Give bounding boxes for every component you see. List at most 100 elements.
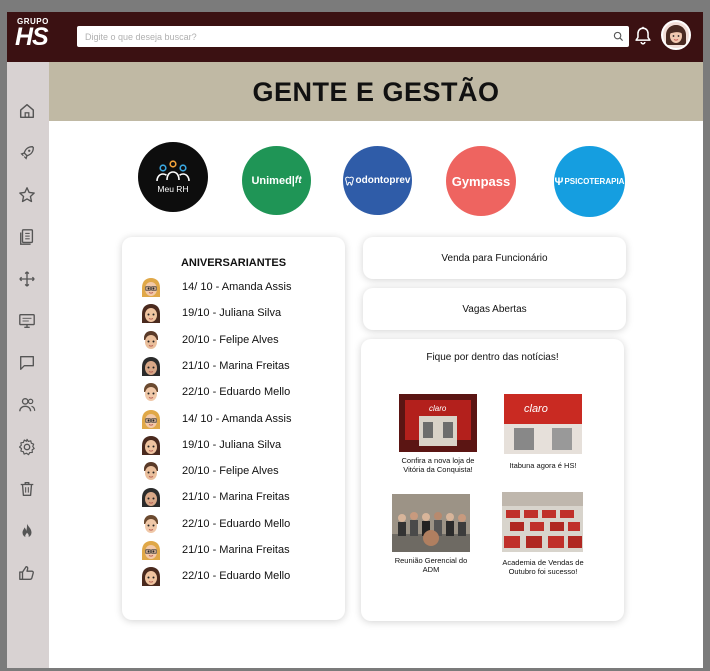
arrows-icon	[19, 271, 35, 287]
grupo-hs-logo[interactable]: GRUPO HS	[15, 17, 55, 55]
unimed-shortcut[interactable]: Unimed| ft	[242, 146, 311, 215]
user-avatar[interactable]	[661, 20, 691, 50]
psicoterapia-label: PSICOTERAPIA	[564, 177, 625, 186]
notification-bell-icon[interactable]	[632, 25, 654, 47]
birthday-row: 21/10 - Marina Freitas	[140, 486, 340, 510]
birthday-text: 21/10 - Marina Freitas	[182, 359, 290, 372]
thumbs-up-icon	[19, 566, 34, 580]
person-avatar-icon	[142, 567, 160, 587]
news-image-sign-text: claro	[429, 404, 447, 413]
star-icon	[19, 187, 35, 203]
news-image-academy	[502, 492, 583, 552]
sidebar-item-transfers[interactable]	[16, 268, 38, 290]
odontoprev-label: odontoprev	[355, 175, 411, 186]
birthday-text: 22/10 - Eduardo Mello	[182, 570, 291, 583]
news-image-store: claro	[399, 394, 477, 452]
logo-main-text: HS	[15, 23, 49, 51]
search-input[interactable]	[77, 26, 607, 47]
birthdays-card: ANIVERSARIANTES 14/ 10 - Amanda Assis 19/…	[122, 237, 345, 620]
news-image-sign-text: claro	[524, 403, 548, 415]
birthdays-title: ANIVERSARIANTES	[180, 257, 287, 269]
search-bar	[77, 26, 629, 47]
employee-sale-button[interactable]: Venda para Funcionário	[363, 237, 626, 279]
news-item[interactable]: claro Confira a nova loja de Vitória da …	[399, 394, 479, 479]
sidebar-item-likes[interactable]	[16, 562, 38, 584]
sidebar-item-trash[interactable]	[16, 478, 38, 500]
sidebar-item-favorites[interactable]	[16, 184, 38, 206]
document-icon	[20, 229, 34, 245]
person-avatar-icon	[142, 488, 160, 508]
meu-rh-label: Meu RH	[157, 184, 189, 194]
birthday-text: 20/10 - Felipe Alves	[182, 465, 279, 478]
birthday-row: 14/ 10 - Amanda Assis	[140, 408, 340, 432]
news-caption: Confira a nova loja de Vitória da Conqui…	[401, 456, 475, 474]
psicoterapia-shortcut[interactable]: Ψ PSICOTERAPIA	[554, 146, 625, 217]
news-image-itabuna: claro	[504, 394, 582, 454]
person-avatar-icon	[142, 541, 160, 560]
sidebar-item-trending[interactable]	[16, 520, 38, 542]
open-positions-button[interactable]: Vagas Abertas	[363, 288, 626, 330]
news-item[interactable]: claro Itabuna agora é HS!	[504, 394, 584, 479]
person-avatar-icon	[144, 383, 158, 402]
news-image-meeting	[392, 494, 470, 552]
odontoprev-shortcut[interactable]: odontoprev	[343, 146, 412, 215]
birthday-text: 22/10 - Eduardo Mello	[182, 386, 291, 399]
birthday-row: 22/10 - Eduardo Mello	[140, 565, 340, 589]
birthday-row: 19/10 - Juliana Silva	[140, 434, 340, 458]
top-bar: GRUPO HS	[7, 12, 703, 62]
news-caption: Academia de Vendas de Outubro foi sucess…	[502, 558, 584, 576]
sidebar-item-rocket[interactable]	[16, 142, 38, 164]
search-icon[interactable]	[613, 31, 624, 42]
gear-icon	[18, 438, 35, 456]
person-avatar-icon	[142, 409, 160, 429]
birthday-row: 14/ 10 - Amanda Assis	[140, 276, 340, 300]
psi-icon: Ψ	[554, 175, 564, 188]
person-avatar-icon	[144, 462, 158, 481]
app-window: GRUPO HS Digite o que deseja buscar? GEN…	[7, 12, 703, 668]
news-item[interactable]: Reunião Gerencial do ADM	[392, 494, 472, 579]
unimed-logo-mark: ft	[294, 175, 302, 186]
person-avatar-icon	[144, 514, 158, 533]
sidebar-item-settings[interactable]	[16, 436, 38, 458]
user-avatar-image	[666, 25, 686, 45]
gympass-shortcut[interactable]: Gympass	[446, 146, 516, 216]
users-icon	[19, 398, 36, 412]
page-banner: GENTE E GESTÃO	[49, 62, 703, 121]
birthday-text: 19/10 - Juliana Silva	[182, 307, 282, 320]
news-caption: Reunião Gerencial do ADM	[394, 556, 468, 574]
birthday-text: 21/10 - Marina Freitas	[182, 491, 290, 504]
news-caption: Itabuna agora é HS!	[509, 461, 577, 470]
employee-sale-label: Venda para Funcionário	[441, 252, 548, 264]
news-item[interactable]: Academia de Vendas de Outubro foi sucess…	[502, 492, 584, 582]
birthday-text: 14/ 10 - Amanda Assis	[182, 412, 292, 425]
meu-rh-shortcut[interactable]: Meu RH	[138, 142, 208, 212]
chat-icon	[20, 356, 34, 370]
person-avatar-icon	[142, 278, 160, 297]
people-icon	[156, 160, 190, 182]
person-avatar-icon	[142, 435, 160, 455]
birthday-text: 20/10 - Felipe Alves	[182, 333, 279, 346]
open-positions-label: Vagas Abertas	[462, 303, 527, 315]
sidebar	[7, 62, 49, 668]
tooth-icon	[344, 176, 354, 186]
flame-icon	[22, 523, 32, 538]
birthday-row: 21/10 - Marina Freitas	[140, 539, 340, 563]
birthday-row: 22/10 - Eduardo Mello	[140, 381, 340, 405]
sidebar-item-home[interactable]	[16, 100, 38, 122]
birthday-text: 22/10 - Eduardo Mello	[182, 517, 291, 530]
trash-icon	[20, 482, 34, 496]
gympass-label: Gympass	[451, 173, 511, 189]
sidebar-item-chat[interactable]	[16, 352, 38, 374]
sidebar-item-monitor[interactable]	[16, 310, 38, 332]
home-icon	[19, 103, 35, 119]
news-card: Fique por dentro das notícias! claro Con…	[361, 339, 624, 621]
rocket-icon	[20, 146, 34, 160]
person-avatar-icon	[144, 330, 158, 349]
birthday-row: 20/10 - Felipe Alves	[140, 460, 340, 484]
unimed-logo-text: Unimed|	[251, 174, 295, 187]
sidebar-item-people[interactable]	[16, 394, 38, 416]
person-avatar-icon	[142, 356, 160, 376]
sidebar-item-documents[interactable]	[16, 226, 38, 248]
birthday-row: 19/10 - Juliana Silva	[140, 302, 340, 326]
birthday-row: 22/10 - Eduardo Mello	[140, 513, 340, 537]
